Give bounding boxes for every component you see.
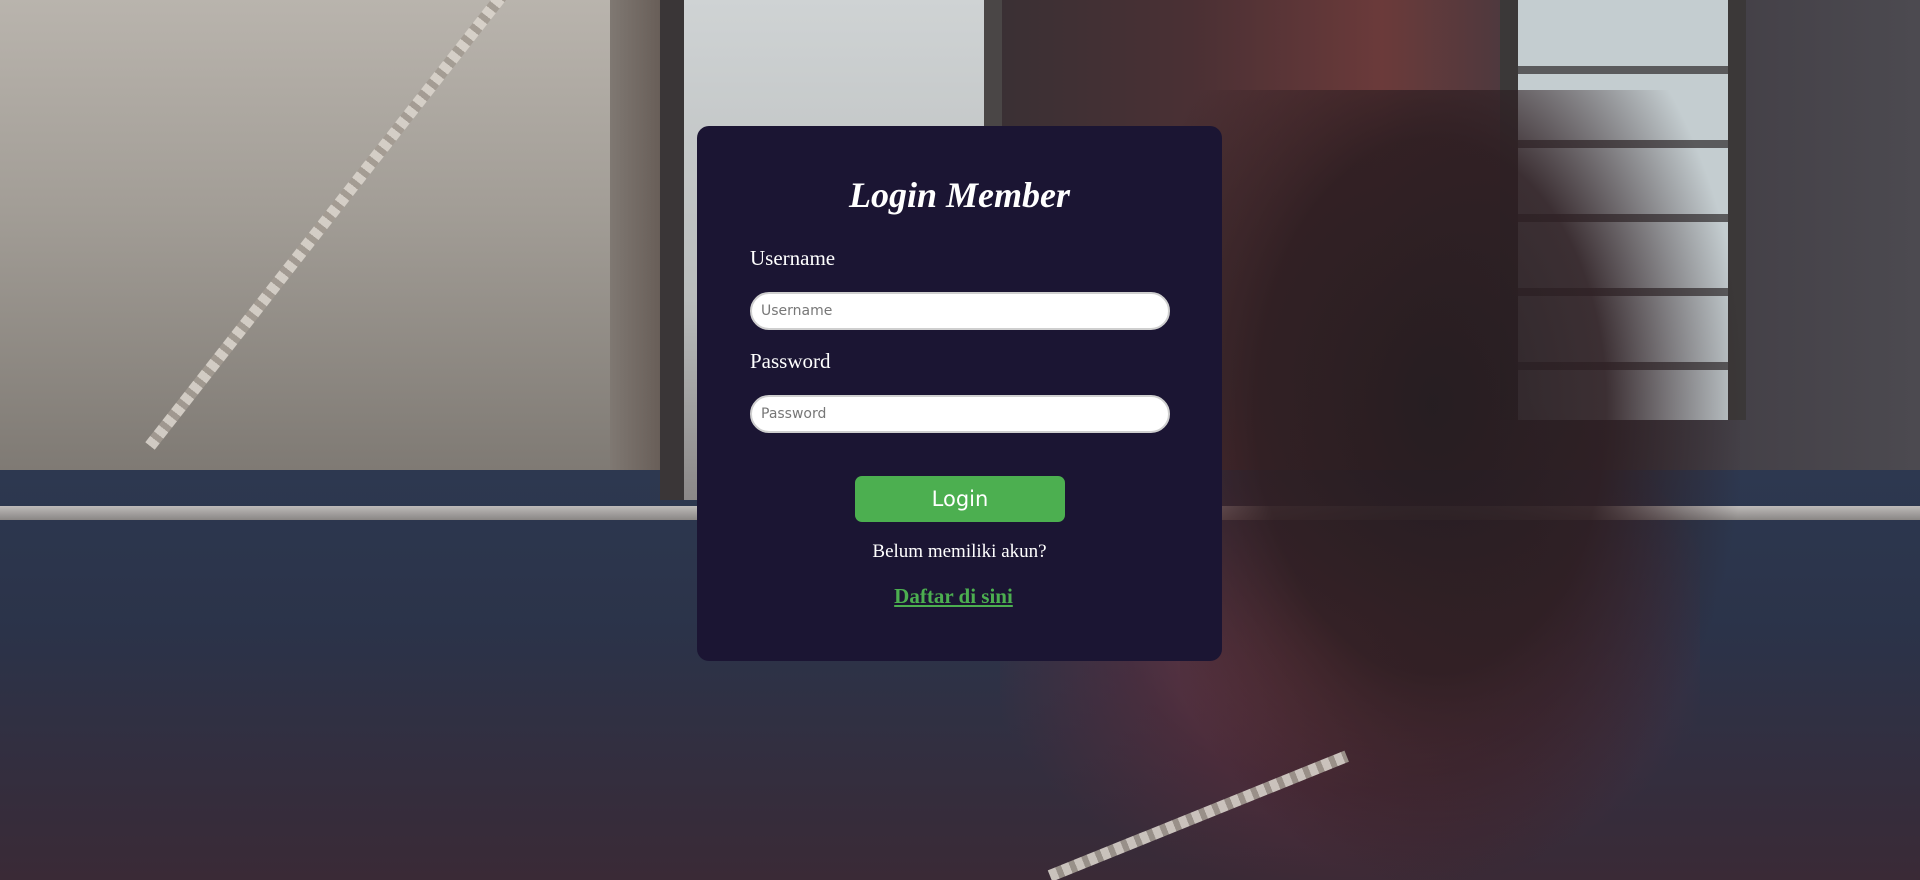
username-label: Username xyxy=(750,246,836,270)
register-prompt: Belum memiliki akun? xyxy=(872,541,1047,562)
register-link[interactable]: Daftar di sini xyxy=(894,584,1013,608)
login-title: Login Member xyxy=(849,175,1070,215)
login-card: Login Member Username Password Login Bel… xyxy=(697,126,1222,661)
background-athlete xyxy=(1180,90,1740,880)
register-link-container: Daftar di sini xyxy=(697,584,1222,609)
username-input[interactable] xyxy=(750,292,1170,330)
background-wall xyxy=(0,0,610,470)
login-button[interactable]: Login xyxy=(855,476,1065,522)
password-label: Password xyxy=(750,349,831,373)
password-input[interactable] xyxy=(750,395,1170,433)
